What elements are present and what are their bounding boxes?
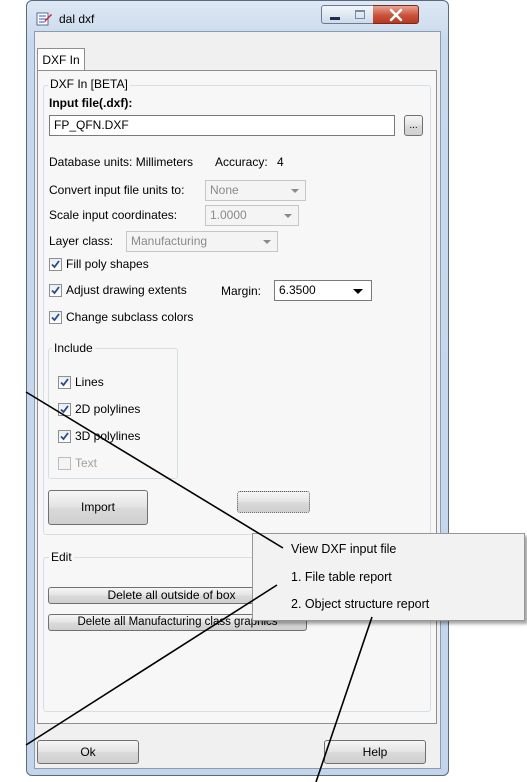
callout-line-file-table xyxy=(25,584,278,746)
screen: { "window": { "title": "dal dxf", "icon"… xyxy=(0,0,527,782)
callout-lines xyxy=(25,391,373,782)
callout-line-view-dxf xyxy=(25,391,284,549)
callout-line-object-structure xyxy=(315,616,373,782)
